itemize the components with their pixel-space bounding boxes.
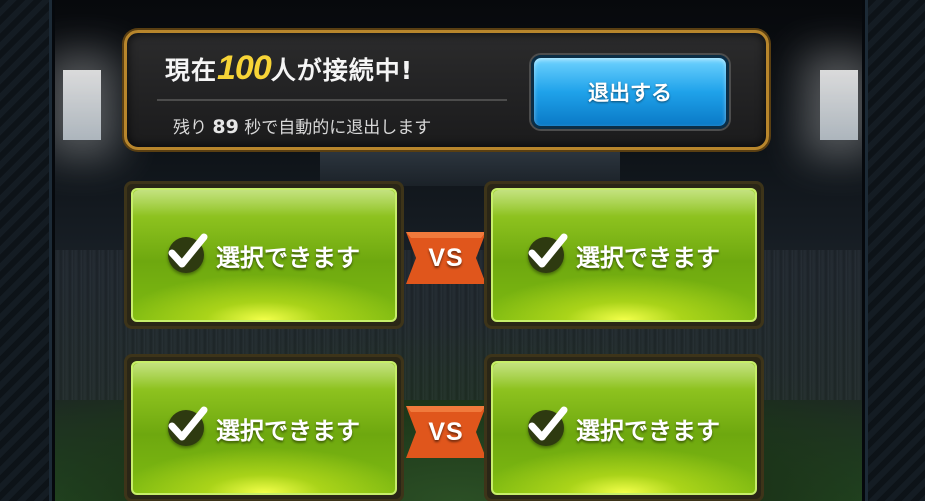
select-slot-label: 選択できます xyxy=(576,416,720,445)
countdown-seconds: 89 xyxy=(212,116,239,138)
vs-badge-2: VS xyxy=(406,400,486,464)
select-slot-face: 選択できます xyxy=(491,188,757,322)
title-suffix: 人が接続中! xyxy=(270,56,414,85)
select-slot-label: 選択できます xyxy=(576,243,720,272)
vs-label: VS xyxy=(428,417,464,446)
select-slot-face: 選択できます xyxy=(131,188,397,322)
select-slot-2-right[interactable]: 選択できます xyxy=(484,354,764,501)
select-slot-label: 選択できます xyxy=(216,243,360,272)
countdown-text: 残り 89 秒で自動的に退出します xyxy=(173,113,431,138)
floodlight-left xyxy=(63,70,101,140)
select-slot-face: 選択できます xyxy=(491,361,757,495)
vs-label: VS xyxy=(428,243,464,272)
lobby-status-panel: 現在100人が接続中! 残り 89 秒で自動的に退出します 退出する xyxy=(124,30,769,150)
select-slot-label: 選択できます xyxy=(216,416,360,445)
select-slot-1-left[interactable]: 選択できます xyxy=(124,181,404,329)
checkmark-icon xyxy=(168,233,208,273)
checkmark-icon xyxy=(528,233,568,273)
connected-players-title: 現在100人が接続中! xyxy=(165,49,413,88)
select-slot-1-right[interactable]: 選択できます xyxy=(484,181,764,329)
countdown-suffix: 秒で自動的に退出します xyxy=(244,118,432,138)
title-prefix: 現在 xyxy=(165,56,218,85)
left-frame-panel xyxy=(0,0,52,501)
select-slot-2-left[interactable]: 選択できます xyxy=(124,354,404,501)
checkmark-icon xyxy=(168,406,208,446)
exit-button[interactable]: 退出する xyxy=(531,55,729,129)
floodlight-right xyxy=(820,70,858,140)
vs-badge-1: VS xyxy=(406,226,486,290)
connected-count: 100 xyxy=(217,49,272,87)
header-divider xyxy=(157,99,507,101)
right-frame-panel xyxy=(865,0,925,501)
countdown-prefix: 残り xyxy=(173,118,207,138)
checkmark-icon xyxy=(528,406,568,446)
select-slot-face: 選択できます xyxy=(131,361,397,495)
